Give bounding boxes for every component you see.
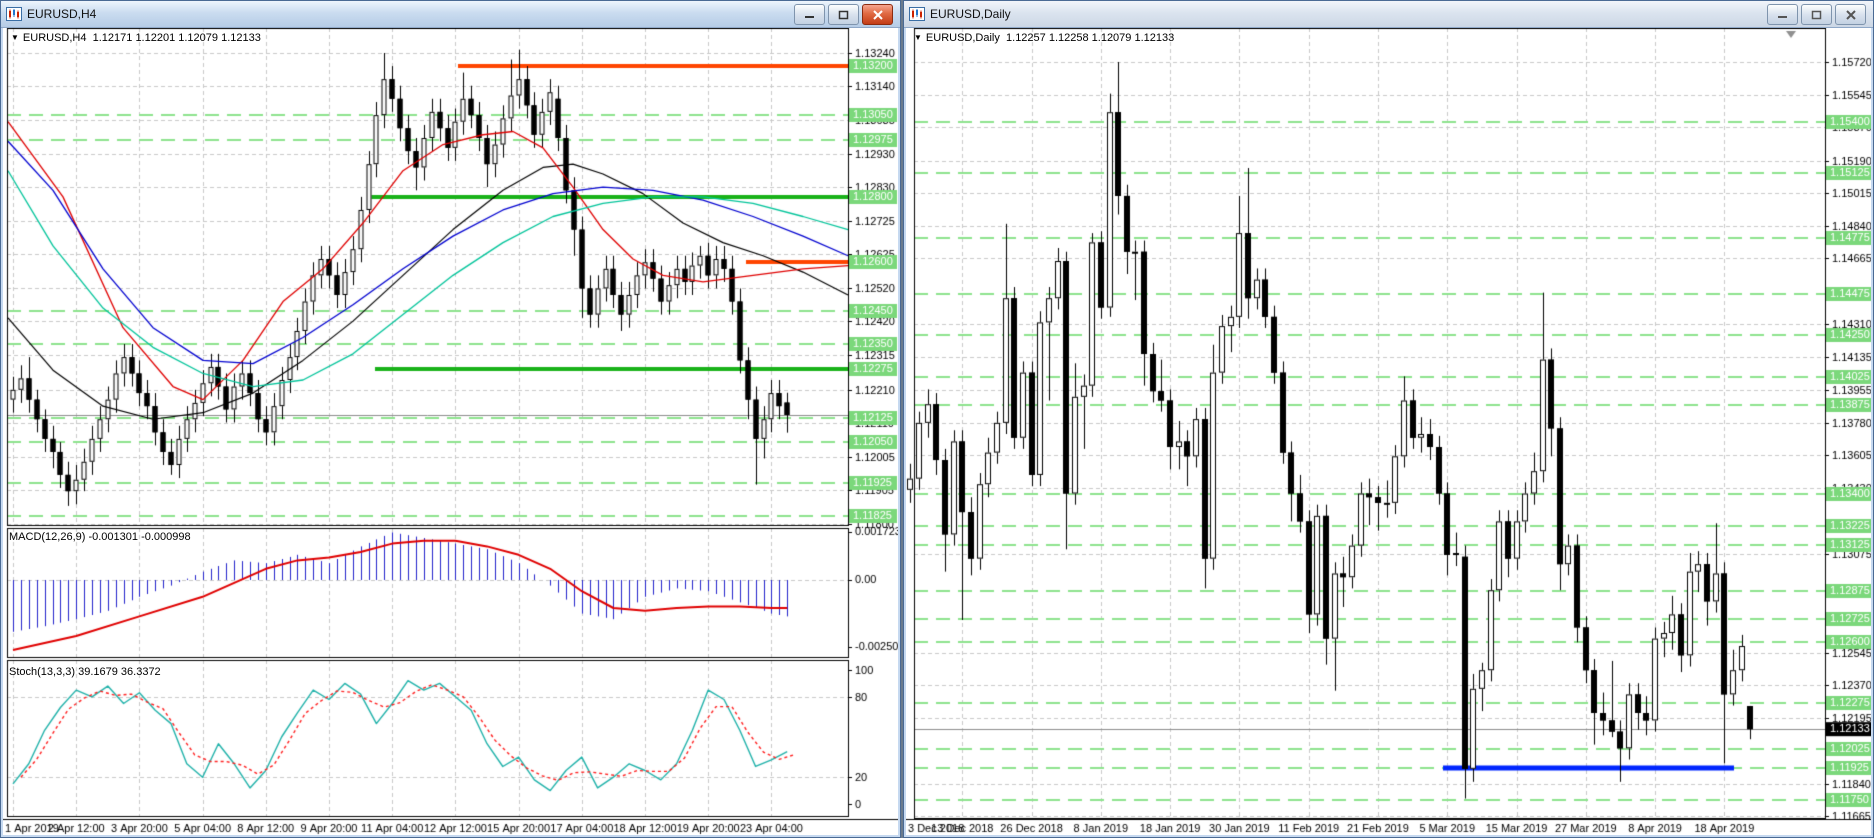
legend-symbol: EURUSD,H4 bbox=[22, 32, 87, 44]
chevron-down-icon: ▼ bbox=[11, 33, 19, 42]
minimize-button[interactable] bbox=[794, 4, 825, 25]
chart-legend-h4[interactable]: ▼ EURUSD,H4 1.12171 1.12201 1.12079 1.121… bbox=[11, 32, 261, 44]
macd-indicator-label: MACD(12,26,9) -0.001301 -0.000998 bbox=[9, 531, 191, 543]
chevron-down-icon: ▼ bbox=[914, 33, 922, 42]
legend-symbol: EURUSD,Daily bbox=[925, 32, 1000, 44]
titlebar-h4[interactable]: EURUSD,H4 bbox=[1, 1, 900, 28]
close-button[interactable] bbox=[862, 4, 893, 25]
minimize-button[interactable] bbox=[1767, 4, 1798, 25]
chart-client-daily[interactable]: ▼ EURUSD,Daily 1.12257 1.12258 1.12079 1.… bbox=[906, 28, 1871, 835]
daily-chart-canvas[interactable] bbox=[906, 28, 1871, 835]
stoch-indicator-label: Stoch(13,3,3) 39.1679 36.3372 bbox=[9, 666, 161, 678]
chart-client-h4[interactable]: ▼ EURUSD,H4 1.12171 1.12201 1.12079 1.121… bbox=[3, 28, 898, 835]
h4-chart-canvas[interactable] bbox=[3, 28, 898, 835]
close-button[interactable] bbox=[1835, 4, 1866, 25]
chart-window-icon bbox=[909, 7, 925, 21]
chart-window-icon bbox=[6, 7, 22, 21]
legend-ohlc: 1.12257 1.12258 1.12079 1.12133 bbox=[1006, 32, 1175, 44]
chart-window-eurusd-h4: EURUSD,H4 ▼ EURUSD,H4 1.12171 1.12201 1.1… bbox=[0, 0, 901, 838]
titlebar-daily[interactable]: EURUSD,Daily bbox=[904, 1, 1873, 28]
chart-window-eurusd-daily: EURUSD,Daily ▼ EURUSD,Daily 1.12257 1.122… bbox=[903, 0, 1874, 838]
mdi-workspace: EURUSD,H4 ▼ EURUSD,H4 1.12171 1.12201 1.1… bbox=[0, 0, 1874, 838]
legend-ohlc: 1.12171 1.12201 1.12079 1.12133 bbox=[92, 32, 261, 44]
window-title: EURUSD,H4 bbox=[27, 7, 97, 21]
restore-button[interactable] bbox=[1801, 4, 1832, 25]
chart-legend-daily[interactable]: ▼ EURUSD,Daily 1.12257 1.12258 1.12079 1.… bbox=[914, 32, 1174, 44]
window-title: EURUSD,Daily bbox=[930, 7, 1011, 21]
restore-button[interactable] bbox=[828, 4, 859, 25]
